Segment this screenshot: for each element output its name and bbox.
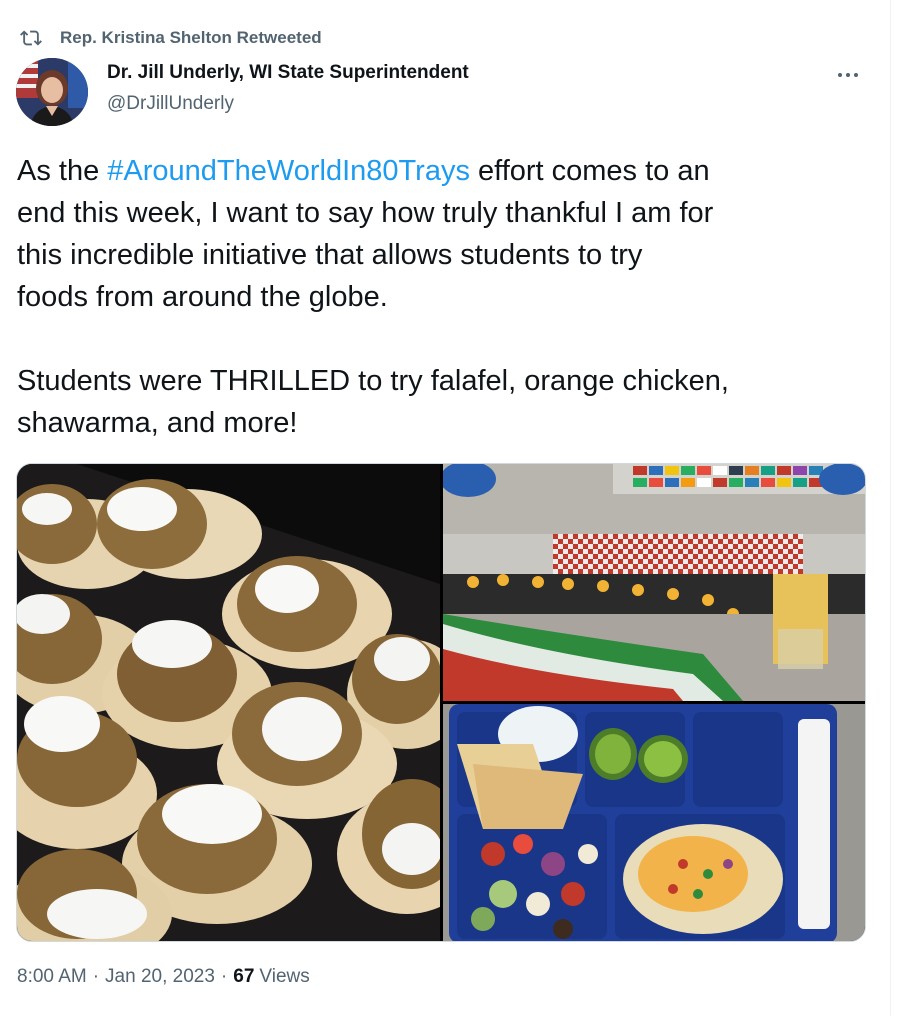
separator-dot: · [220,966,228,987]
retweet-label: Rep. Kristina Shelton Retweeted [60,28,322,47]
tweet-time[interactable]: 8:00 AM [17,966,87,988]
lunch-tray-photo[interactable] [443,704,865,941]
tweet-line: this incredible initiative that allows s… [17,239,643,271]
tweet-text-segment: As the [17,155,108,187]
tweet-metadata: 8:00 AM · Jan 20, 2023 · 67 Views [17,966,310,988]
hashtag-link[interactable]: #AroundTheWorldIn80Trays [107,155,470,187]
more-options-button[interactable] [830,60,866,90]
tweet-line: foods from around the globe. [17,281,388,313]
avatar[interactable] [16,58,88,126]
separator-dot: · [92,966,100,987]
cafeteria-line-photo[interactable] [443,464,865,701]
views-count[interactable]: 67 [233,966,254,988]
views-label[interactable]: Views [259,966,309,988]
author-handle[interactable]: @DrJillUnderly [107,93,234,115]
tweet-line: Students were THRILLED to try falafel, o… [17,365,729,397]
tweet-text-segment: effort comes to an [469,155,710,187]
tweet-line: end this week, I want to say how truly t… [17,197,714,229]
retweet-icon [20,30,42,46]
tweet-author: Dr. Jill Underly, WI State Superintenden… [16,58,874,128]
more-dot-icon [846,73,850,77]
author-name[interactable]: Dr. Jill Underly, WI State Superintenden… [107,62,469,84]
tweet-line: As the #AroundTheWorldIn80Trays effort c… [17,150,877,192]
timeline-border [890,0,891,1016]
tweet-text: As the #AroundTheWorldIn80Trays effort c… [17,150,877,444]
tweet-date[interactable]: Jan 20, 2023 [105,966,215,988]
falafel-photo[interactable] [17,464,440,941]
more-dot-icon [854,73,858,77]
tweet-line: shawarma, and more! [17,407,298,439]
more-dot-icon [838,73,842,77]
retweet-context[interactable]: Rep. Kristina Shelton Retweeted [20,27,322,49]
media-grid [16,463,866,942]
